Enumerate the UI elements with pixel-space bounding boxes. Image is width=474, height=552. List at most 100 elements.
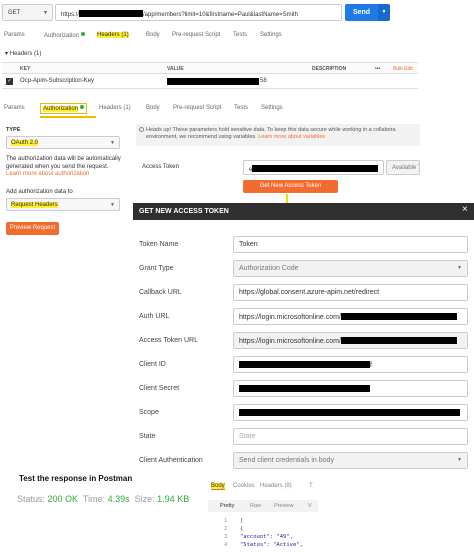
auth-url-label: Auth URL [139,313,170,320]
callback-url-label: Callback URL [139,289,182,296]
auth-info-line-1: The authorization data will be automatic… [6,156,121,162]
tab-response-body[interactable]: Body [211,483,225,490]
view-v[interactable]: V [308,503,312,509]
access-token-url-redaction [340,337,457,344]
row-key[interactable]: Ocp-Apim-Subscription-Key [20,78,94,84]
tab-response-test[interactable]: T [309,483,313,489]
tab-headers[interactable]: Headers (1) [99,105,131,111]
code-line: [ [240,518,244,524]
access-token-url-input[interactable]: https://login.microsoftonline.com/ [233,332,468,349]
time-label: Time: [82,494,106,504]
scope-redaction [239,409,460,416]
send-options-chevron-icon[interactable]: ▼ [378,4,390,21]
chevron-down-icon: ▼ [110,202,115,208]
tab-response-headers-label: Headers (8) [260,483,292,489]
close-icon[interactable]: × [462,204,468,215]
tab-settings[interactable]: Settings [261,105,283,111]
response-code: 1 [ 2 { 3 "account": "49", 4 "Status": "… [208,516,318,552]
callback-url-input[interactable]: https://global.consent.azure-apim.net/re… [233,284,468,301]
checkbox-checked-icon[interactable]: ✓ [6,78,13,85]
view-pretty[interactable]: Pretty [220,503,234,509]
tab-prerequest[interactable]: Pre-request Script [173,105,221,111]
tab-authorization-active[interactable]: Authorization [40,103,88,114]
chevron-down-icon: ▼ [43,10,48,16]
headers-section-title[interactable]: ▾ Headers (1) [5,50,41,57]
client-authentication-select[interactable]: Send client credentials in body ▼ [233,452,468,469]
grant-type-label: Grant Type [139,265,174,272]
sensitive-data-notice: Heads up! These parameters hold sensitiv… [136,124,420,146]
headers-table-header: KEY VALUE DESCRIPTION ••• Bulk Edit [2,62,418,74]
url-input[interactable]: https:// /app/members?limit=10&firstname=… [55,4,342,21]
tab-tests[interactable]: Tests [233,32,247,38]
tab-settings[interactable]: Settings [260,32,282,38]
access-token-redaction [252,165,379,172]
view-raw[interactable]: Raw [250,503,261,509]
tab-authorization-label: Authorization [43,106,79,112]
size-value: 1.94 KB [157,494,190,504]
access-token-url-label: Access Token URL [139,337,199,344]
status-dot-icon [80,105,85,109]
auth-info-line-2: generated when you send the request. [6,163,109,170]
client-id-input[interactable]: f [233,356,468,373]
tab-response-cookies[interactable]: Cookies [233,483,255,489]
info-icon [139,127,144,132]
tab-headers[interactable]: Headers (1) [97,32,129,38]
tab-params[interactable]: Params [4,105,25,111]
add-to-select[interactable]: Request Headers ▼ [6,198,120,211]
client-authentication-label: Client Authentication [139,457,203,464]
access-token-label: Access Token [142,164,179,170]
active-tab-underline [40,116,96,118]
tab-params[interactable]: Params [4,32,25,38]
method-select[interactable]: GET ▼ [2,4,53,21]
auth-url-input[interactable]: https://login.microsoftonline.com/ [233,308,468,325]
learn-more-variables-link[interactable]: Learn more about variables [258,134,325,140]
tab-prerequest[interactable]: Pre-request Script [172,32,220,38]
tab-authorization-label: Authorization [44,33,80,39]
notice-line-2: environment, we recommend using variable… [146,134,257,140]
grant-type-select[interactable]: Authorization Code ▼ [233,260,468,277]
row-value-redaction [167,78,259,85]
client-secret-input[interactable] [233,380,468,397]
learn-more-authorization-link[interactable]: Learn more about authorization [6,171,121,179]
token-name-input[interactable]: Token [233,236,468,253]
tab-headers-label: Headers (1) [97,32,129,38]
state-input[interactable]: State [233,428,468,445]
headers-section-label: Headers (1) [9,51,42,57]
notice-line-1: Heads up! These parameters hold sensitiv… [146,127,396,133]
client-id-label: Client ID [139,361,166,368]
url-suffix: /app/members?limit=10&firstname=Paul&las… [143,12,298,18]
status-label: Status: [17,494,46,504]
available-tokens-select[interactable]: Available T [386,160,420,175]
chevron-down-icon: ▼ [457,265,462,271]
grant-type-value: Authorization Code [239,265,299,272]
tab-response-headers[interactable]: Headers (8) [260,483,292,489]
send-button[interactable]: Send [345,4,378,21]
access-token-input[interactable]: e [243,160,384,175]
client-id-redaction [239,361,370,368]
line-number: 3 [224,534,228,540]
table-row: ✓ Ocp-Apim-Subscription-Key 58 [2,74,418,89]
url-prefix: https:// [61,12,80,18]
tab-body[interactable]: Body [146,32,160,38]
modal-title: GET NEW ACCESS TOKEN [133,203,474,220]
col-description: DESCRIPTION [312,66,347,72]
status-dot-icon [81,32,86,36]
scope-input[interactable] [233,404,468,421]
get-new-access-token-button[interactable]: Get New Access Token [243,180,338,193]
more-icon[interactable]: ••• [375,66,380,72]
tab-authorization[interactable]: Authorization [44,32,86,39]
bulk-edit-link[interactable]: Bulk Edit [393,66,413,72]
preview-request-button[interactable]: Preview Request [6,222,59,235]
tab-tests[interactable]: Tests [234,105,248,111]
row-value-suffix: 58 [260,78,267,84]
client-secret-redaction [239,385,370,392]
add-to-value: Request Headers [11,202,58,208]
token-name-label: Token Name [139,241,179,248]
col-value: VALUE [167,66,184,72]
auth-info-text: The authorization data will be automatic… [6,156,121,179]
view-preview[interactable]: Preview [274,503,294,509]
code-line: "account": "49", [240,534,293,540]
chevron-down-icon: ▼ [457,457,462,463]
auth-type-select[interactable]: OAuth 2.0 ▼ [6,136,120,149]
tab-body[interactable]: Body [146,105,160,111]
